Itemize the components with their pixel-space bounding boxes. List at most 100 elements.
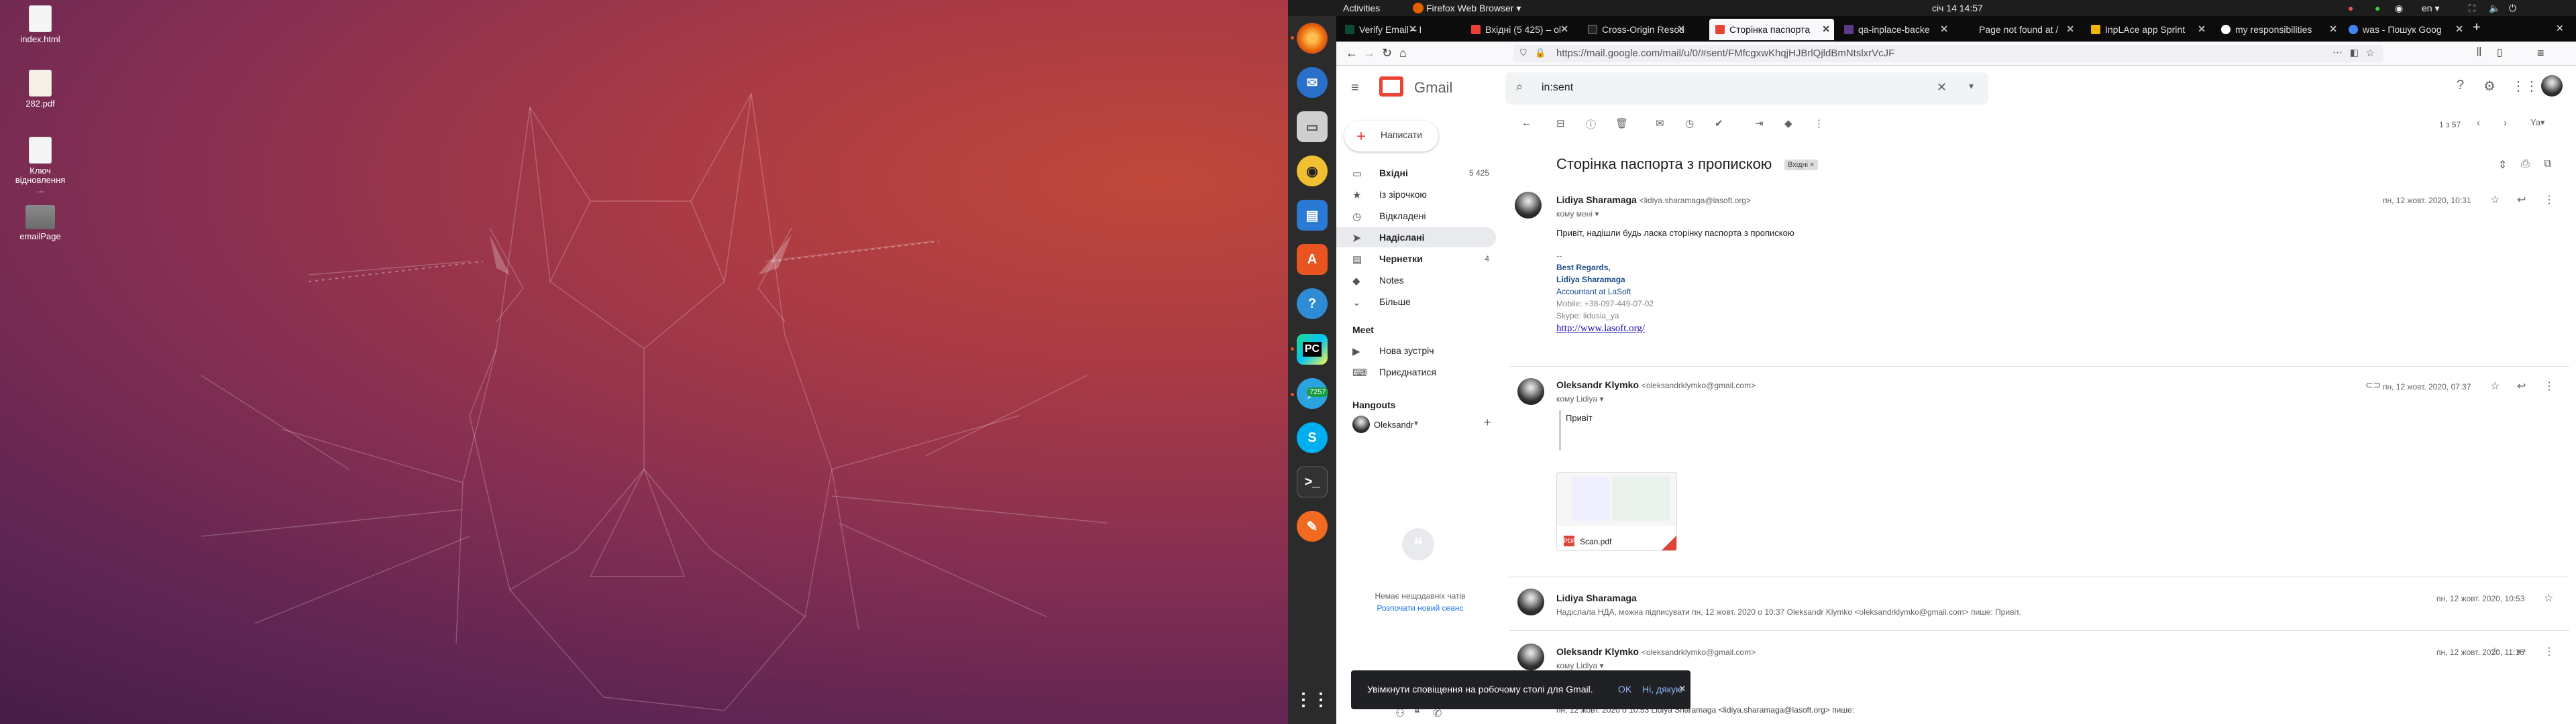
menu-icon[interactable]: ≡ — [2537, 46, 2544, 60]
url-bar[interactable]: ⛉ 🔒 https://mail.google.com/mail/u/0/#se… — [1513, 45, 2383, 62]
inbox-label-chip[interactable]: Вхідні × — [1784, 160, 1818, 170]
tab-passport-page[interactable]: Сторінка паспорта ✕ — [1709, 19, 1834, 40]
more-vert-icon[interactable]: ⋮ — [2544, 379, 2555, 393]
avatar[interactable] — [1515, 192, 1542, 219]
settings-gear-icon[interactable]: ⚙ — [2483, 78, 2496, 95]
tab-cors[interactable]: Cross-Origin Resou ✕ — [1582, 19, 1689, 40]
nav-more[interactable]: ⌄ Більше — [1336, 292, 1496, 312]
tab-google-search[interactable]: was - Пошук Goog ✕ — [2343, 19, 2467, 40]
notification-icon[interactable]: ◉ — [2395, 3, 2403, 14]
print-icon[interactable]: ⎙ — [2521, 158, 2530, 170]
status-icon[interactable]: ● — [2375, 3, 2380, 13]
back-to-list-icon[interactable]: ← — [1521, 117, 1532, 129]
thunderbird-icon[interactable]: ✉ — [1297, 67, 1328, 98]
close-tab-icon[interactable]: ✕ — [1677, 23, 1685, 35]
more-vert-icon[interactable]: ⋮ — [2544, 193, 2555, 206]
app-menu[interactable]: Firefox Web Browser ▾ — [1426, 3, 1521, 14]
add-task-icon[interactable]: ✔ — [1715, 117, 1723, 129]
home-icon[interactable]: ⌂ — [1399, 46, 1407, 60]
terminal-icon[interactable]: >_ — [1297, 467, 1328, 497]
close-tab-icon[interactable]: ✕ — [1560, 23, 1568, 35]
close-tab-icon[interactable]: ✕ — [2329, 23, 2337, 35]
close-icon[interactable]: ✕ — [1678, 683, 1686, 695]
search-icon[interactable]: ⌕ — [1516, 80, 1523, 94]
clock[interactable]: січ 14 14:57 — [1932, 3, 1983, 13]
language-indicator[interactable]: en ▾ — [2422, 3, 2440, 14]
older-icon[interactable]: ‹ — [2477, 117, 2480, 129]
postman-icon[interactable]: ✎ — [1297, 511, 1328, 542]
compose-button[interactable]: + Написати — [1344, 121, 1438, 152]
help-icon[interactable]: ? — [1297, 288, 1328, 319]
reply-icon[interactable]: ↩ — [2517, 645, 2526, 658]
reply-icon[interactable]: ↩ — [2517, 193, 2526, 206]
library-icon[interactable]: ⫼ — [2477, 46, 2481, 58]
nav-drafts[interactable]: ▤ Чернетки 4 — [1336, 249, 1496, 269]
reload-icon[interactable]: ↻ — [1382, 46, 1392, 60]
page-actions-icon[interactable]: ⋯ — [2332, 46, 2343, 58]
move-to-icon[interactable]: ⇥ — [1755, 117, 1764, 129]
avatar[interactable] — [1352, 416, 1370, 433]
star-icon[interactable]: ☆ — [2490, 379, 2500, 393]
expand-all-icon[interactable]: ⇕ — [2498, 158, 2507, 172]
back-icon[interactable]: ← — [1346, 46, 1358, 60]
star-icon[interactable]: ☆ — [2544, 591, 2553, 605]
firefox-icon[interactable] — [1297, 23, 1328, 54]
volume-icon[interactable]: 🔈 — [2489, 3, 2500, 14]
toast-ok-button[interactable]: OK — [1618, 684, 1631, 695]
reply-icon[interactable]: ↩ — [2517, 379, 2526, 393]
search-bar[interactable]: ⌕ in:sent ✕ ▾ — [1505, 72, 1988, 105]
website-link[interactable]: http://www.lasoft.org/ — [1556, 323, 1645, 335]
clear-search-icon[interactable]: ✕ — [1937, 80, 1947, 95]
files-icon[interactable]: ▭ — [1297, 111, 1328, 142]
more-vert-icon[interactable]: ⋮ — [2544, 645, 2555, 658]
add-icon[interactable]: + — [1484, 416, 1491, 430]
nav-sent[interactable]: ➤ Надіслані — [1336, 227, 1496, 247]
avatar[interactable] — [1517, 644, 1544, 670]
nav-starred[interactable]: ★ Із зірочкою — [1336, 184, 1496, 204]
sidebar-icon[interactable]: ▯ — [2497, 46, 2502, 58]
close-window-icon[interactable]: ✕ — [2556, 23, 2564, 34]
pocket-icon[interactable]: ◧ — [2350, 47, 2359, 58]
sender-name[interactable]: Oleksandr Klymko <oleksandrklymko@gmail.… — [1556, 379, 1756, 390]
nav-notes[interactable]: ◆ Notes — [1336, 270, 1496, 290]
close-tab-icon[interactable]: ✕ — [2455, 23, 2463, 35]
power-icon[interactable]: ⏻ — [2509, 3, 2516, 14]
input-tools-icon[interactable]: Ya▾ — [2530, 117, 2544, 128]
tab-verify-email[interactable]: Verify Email – Djange✕ — [1339, 19, 1421, 40]
status-icon[interactable]: ● — [2348, 3, 2353, 13]
toast-dismiss-button[interactable]: Ні, дякую — [1642, 684, 1683, 695]
nav-snoozed[interactable]: ◷ Відкладені — [1336, 206, 1496, 226]
show-apps-icon[interactable]: ⋮⋮ — [1295, 684, 1330, 715]
sender-name[interactable]: Lidiya Sharamaga — [1556, 593, 1637, 603]
delete-icon[interactable]: 🗑 — [1615, 117, 1628, 129]
star-icon[interactable]: ☆ — [2490, 645, 2500, 658]
archive-icon[interactable]: ⊟ — [1556, 117, 1565, 129]
tab-page-not-found[interactable]: Page not found at / ✕ — [1959, 19, 2078, 40]
bookmark-star-icon[interactable]: ☆ — [2366, 47, 2375, 59]
mark-unread-icon[interactable]: ✉ — [1656, 117, 1664, 129]
nav-inbox[interactable]: ▭ Вхідні 5 425 — [1336, 163, 1496, 183]
apps-grid-icon[interactable]: ⋮⋮ — [2512, 78, 2538, 95]
lock-icon[interactable]: 🔒 — [1535, 48, 1546, 58]
desktop-icon-recovery-key[interactable]: Ключ відновлення ... — [0, 137, 80, 194]
writer-icon[interactable]: ▤ — [1297, 200, 1328, 231]
desktop-icon-282-pdf[interactable]: 282.pdf — [0, 70, 80, 109]
recipient-line[interactable]: кому Lidiya ▾ — [1556, 394, 1604, 404]
start-session-link[interactable]: Розпочати новий сеанс — [1336, 603, 1504, 613]
close-tab-icon[interactable]: ✕ — [2198, 23, 2206, 35]
url-text[interactable]: https://mail.google.com/mail/u/0/#sent/F… — [1556, 48, 1894, 59]
chevron-down-icon[interactable]: ▾ — [1414, 418, 1418, 428]
more-icon[interactable]: ⋮ — [1814, 117, 1824, 129]
avatar[interactable] — [1517, 589, 1544, 615]
report-spam-icon[interactable]: ⓘ — [1586, 117, 1596, 131]
close-tab-icon[interactable]: ✕ — [1940, 23, 1948, 35]
avatar[interactable] — [1517, 378, 1544, 405]
software-icon[interactable]: A — [1297, 244, 1328, 275]
tab-inbox[interactable]: Вхідні (5 425) – ol ✕ — [1465, 19, 1572, 40]
sender-name[interactable]: Lidiya Sharamaga <lidiya.sharamaga@lasof… — [1556, 194, 1751, 205]
main-menu-icon[interactable]: ≡ — [1351, 80, 1359, 96]
recipient-line[interactable]: кому мені ▾ — [1556, 209, 1599, 219]
close-tab-icon[interactable]: ✕ — [2066, 23, 2074, 35]
forward-icon[interactable]: → — [1363, 46, 1375, 60]
labels-icon[interactable]: ◆ — [1784, 117, 1792, 129]
